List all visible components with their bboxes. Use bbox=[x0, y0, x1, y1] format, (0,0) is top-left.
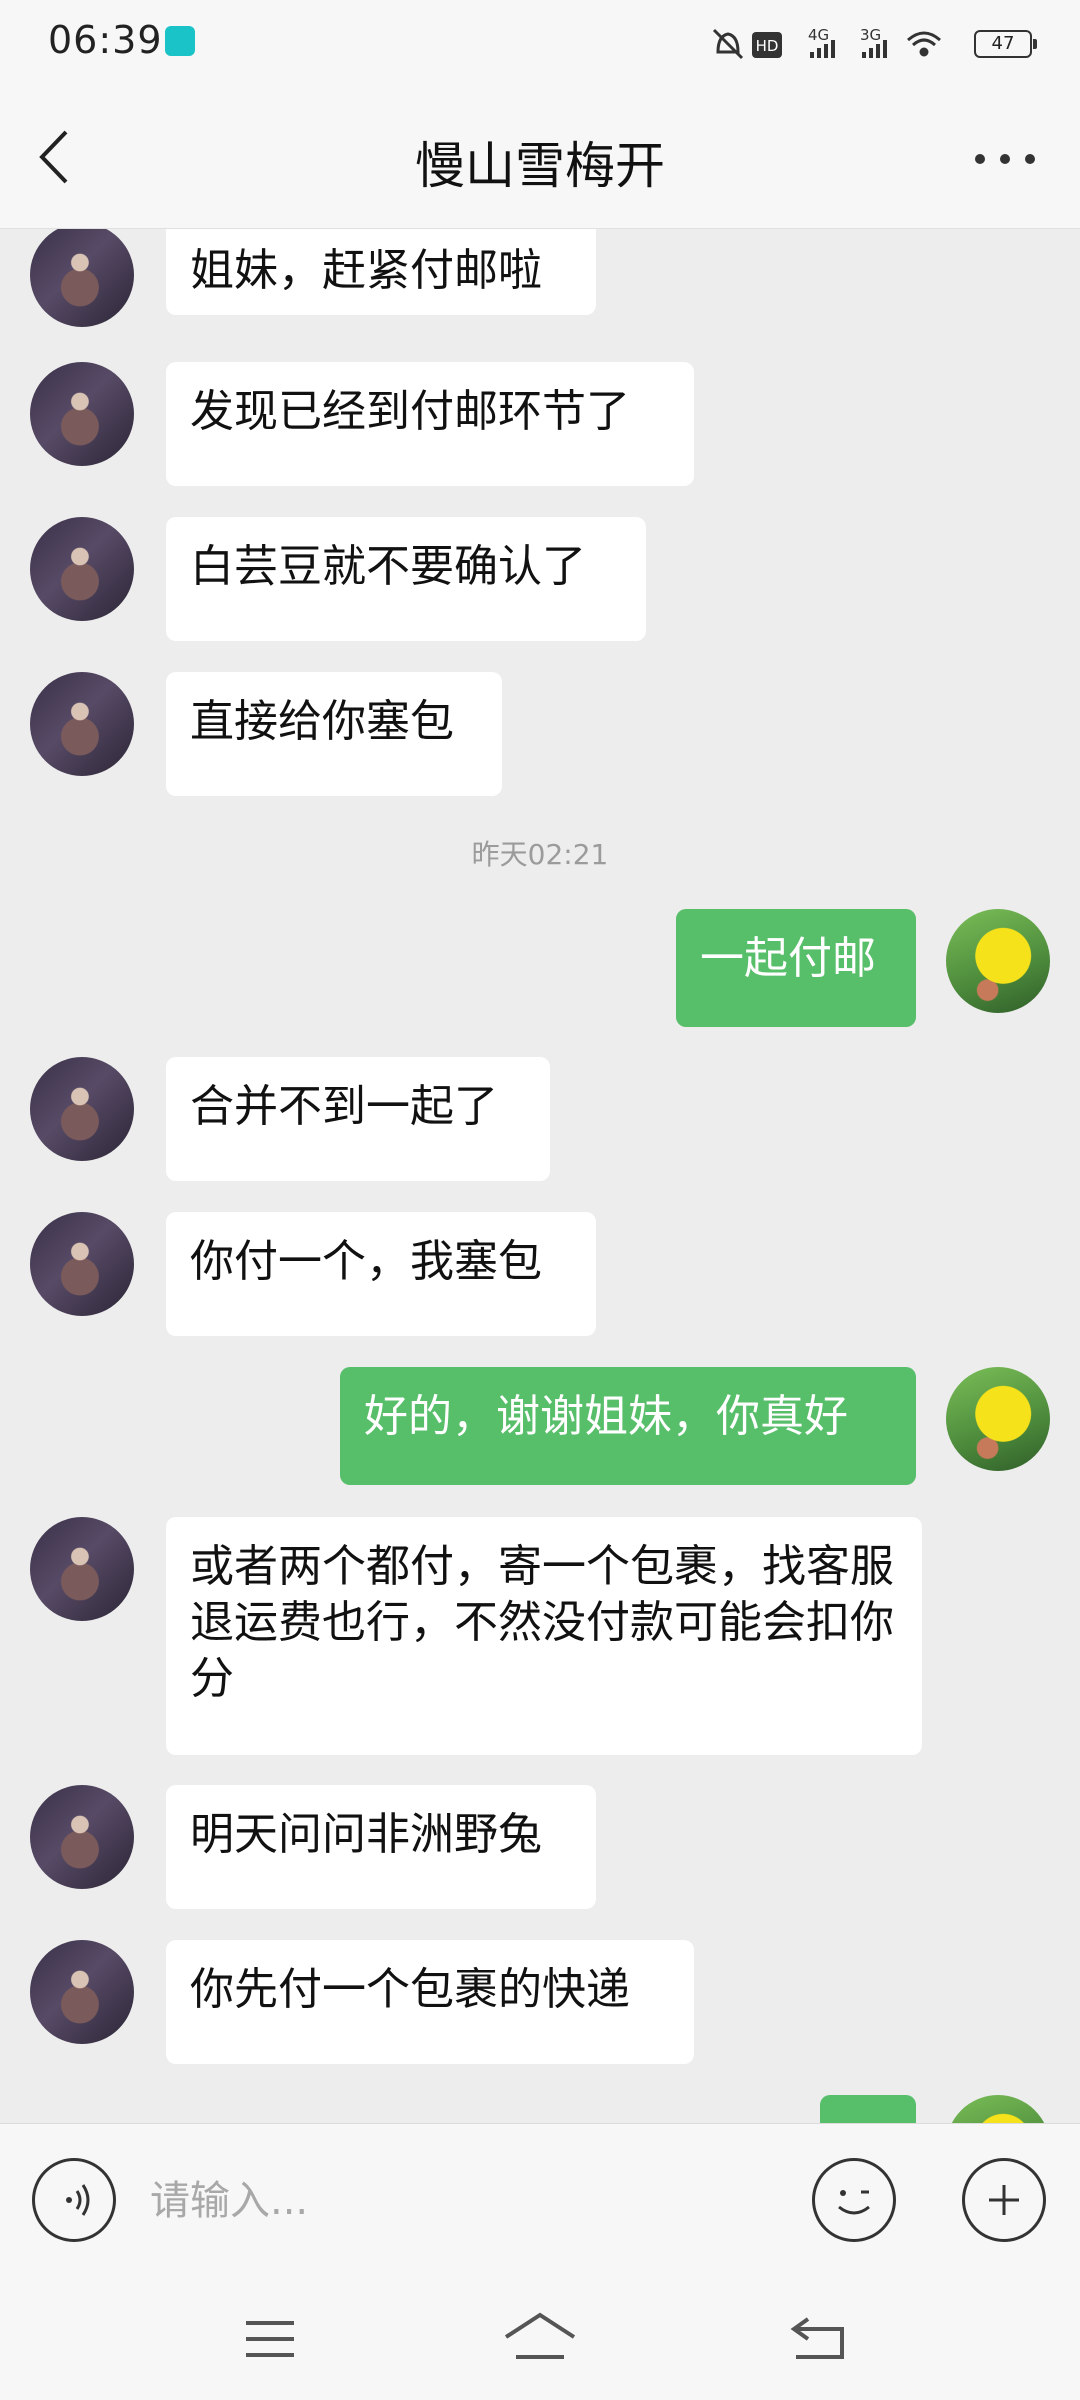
avatar[interactable] bbox=[30, 672, 134, 776]
message-bubble[interactable]: 白芸豆就不要确认了 bbox=[166, 517, 646, 641]
system-nav-bar bbox=[0, 2279, 1080, 2400]
plus-icon bbox=[989, 2185, 1019, 2215]
status-time: 06:39 bbox=[48, 18, 163, 62]
message-bubble[interactable]: 明天问问非洲野兔 bbox=[166, 1785, 596, 1909]
message-bubble[interactable]: 一起付邮 bbox=[676, 909, 916, 1027]
avatar[interactable] bbox=[30, 517, 134, 621]
plus-button[interactable] bbox=[962, 2158, 1046, 2242]
avatar[interactable] bbox=[30, 1057, 134, 1161]
nav-home-button[interactable] bbox=[500, 2309, 580, 2369]
network-4g-label: 4G bbox=[808, 26, 829, 44]
voice-button[interactable] bbox=[32, 2158, 116, 2242]
back-icon bbox=[790, 2317, 844, 2359]
avatar[interactable] bbox=[946, 909, 1050, 1013]
message-timestamp: 昨天02:21 bbox=[471, 838, 609, 871]
status-icons: HD 4G 3G bbox=[712, 26, 941, 60]
message-bubble[interactable]: 好的，谢谢姐妹，你真好 bbox=[340, 1367, 916, 1485]
avatar[interactable] bbox=[946, 1367, 1050, 1471]
chat-header: 慢山雪梅开 bbox=[0, 82, 1080, 229]
menu-icon bbox=[246, 2321, 294, 2357]
input-bar bbox=[0, 2123, 1080, 2280]
status-bar: 06:39 HD 4G 3G 47 bbox=[0, 0, 1080, 82]
hd-text: HD bbox=[756, 37, 779, 55]
avatar[interactable] bbox=[30, 1940, 134, 2044]
avatar[interactable] bbox=[30, 362, 134, 466]
battery-indicator: 47 bbox=[974, 30, 1037, 58]
wifi-icon bbox=[907, 31, 941, 57]
more-dots-icon bbox=[975, 154, 1035, 164]
network-3g-label: 3G bbox=[860, 26, 881, 44]
message-bubble[interactable]: 你付一个，我塞包 bbox=[166, 1212, 596, 1336]
avatar[interactable] bbox=[30, 229, 134, 327]
message-bubble[interactable]: 姐妹，赶紧付邮啦 bbox=[166, 229, 596, 315]
avatar[interactable] bbox=[946, 2095, 1050, 2123]
message-bubble-partial[interactable] bbox=[820, 2095, 916, 2123]
message-bubble[interactable]: 发现已经到付邮环节了 bbox=[166, 362, 694, 486]
home-icon bbox=[504, 2312, 576, 2359]
avatar[interactable] bbox=[30, 1212, 134, 1316]
chat-messages[interactable]: 姐妹，赶紧付邮啦 发现已经到付邮环节了 白芸豆就不要确认了 直接给你塞包 昨天0… bbox=[0, 229, 1080, 2123]
message-input[interactable] bbox=[148, 2164, 772, 2238]
emoji-button[interactable] bbox=[812, 2158, 896, 2242]
app-notification-icon bbox=[165, 26, 195, 56]
avatar[interactable] bbox=[30, 1517, 134, 1621]
message-bubble[interactable]: 你先付一个包裹的快递 bbox=[166, 1940, 694, 2064]
message-bubble[interactable]: 合并不到一起了 bbox=[166, 1057, 550, 1181]
avatar[interactable] bbox=[30, 1785, 134, 1889]
chat-title: 慢山雪梅开 bbox=[415, 137, 665, 195]
mute-bell-icon bbox=[712, 28, 744, 60]
message-bubble[interactable]: 直接给你塞包 bbox=[166, 672, 502, 796]
more-button[interactable] bbox=[970, 144, 1040, 174]
emoji-icon bbox=[838, 2190, 870, 2215]
message-bubble[interactable]: 或者两个都付，寄一个包裹，找客服退运费也行，不然没付款可能会扣你分 bbox=[166, 1517, 922, 1755]
voice-icon bbox=[66, 2184, 90, 2216]
nav-back-button[interactable] bbox=[780, 2309, 860, 2369]
nav-menu-button[interactable] bbox=[230, 2309, 310, 2369]
